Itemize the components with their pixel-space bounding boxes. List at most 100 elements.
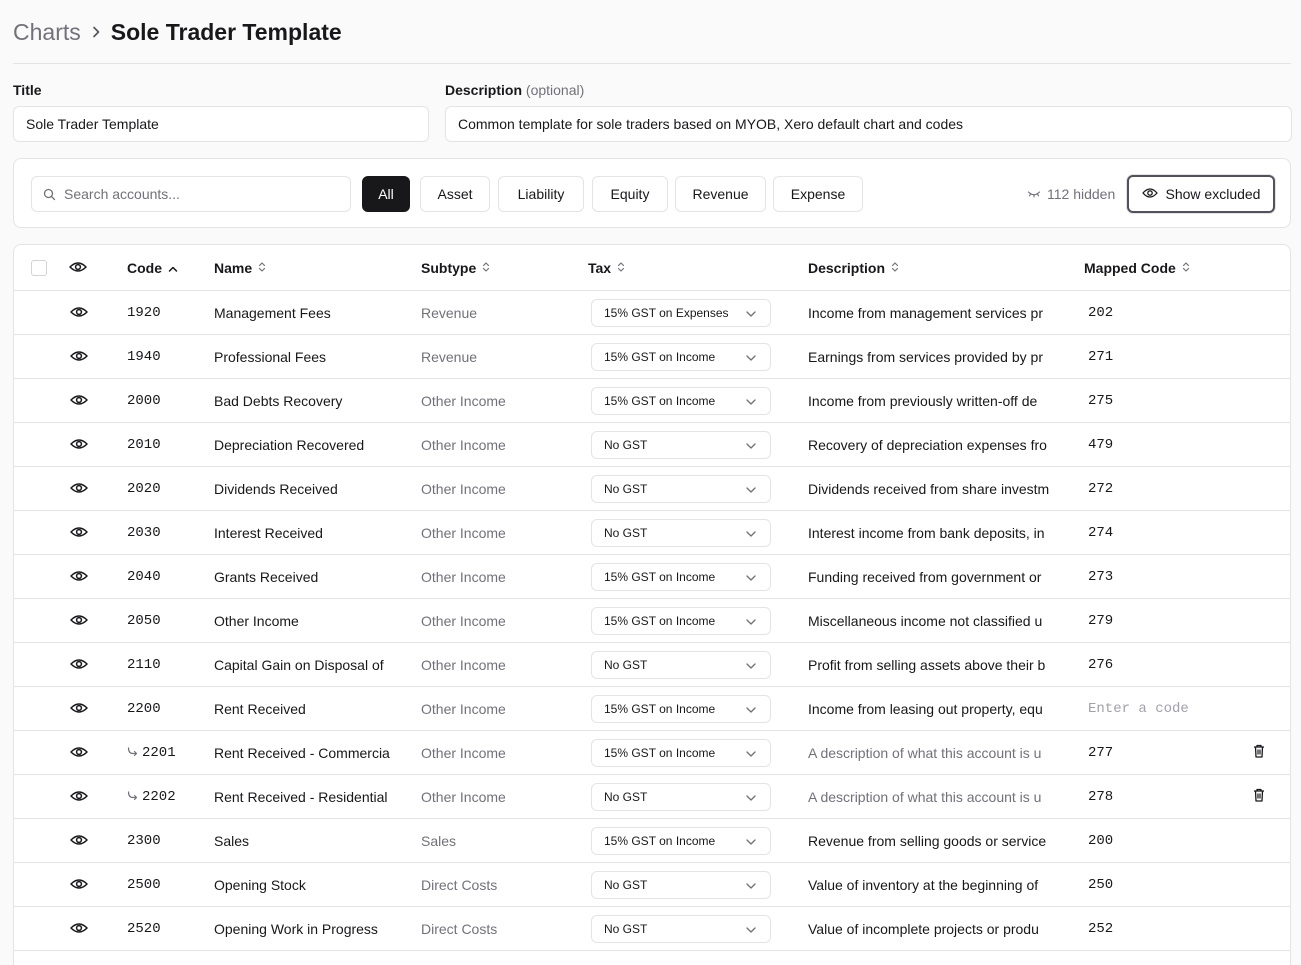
tax-select[interactable]: 15% GST on Income — [591, 606, 771, 635]
account-description[interactable]: A description of what this account is u — [808, 775, 1052, 818]
column-header-subtype[interactable]: Subtype — [421, 245, 490, 291]
mapped-code-input[interactable]: 279 — [1084, 599, 1224, 642]
visibility-toggle[interactable] — [69, 863, 89, 906]
account-name[interactable]: Capital Gain on Disposal of — [214, 643, 390, 686]
tax-select[interactable]: No GST — [591, 430, 771, 459]
table-row[interactable]: 1920 Management Fees Revenue 15% GST on Exp… — [14, 291, 1290, 335]
search-field[interactable] — [31, 176, 351, 212]
filter-asset-button[interactable]: Asset — [420, 176, 490, 212]
account-description[interactable]: Recovery of depreciation expenses fro — [808, 423, 1052, 466]
mapped-code-input[interactable]: 277 — [1084, 731, 1224, 774]
visibility-toggle[interactable] — [69, 819, 89, 862]
account-name[interactable]: Rent Received - Residential — [214, 775, 390, 818]
table-row[interactable]: 2201 Rent Received - Commercia Other Incom… — [14, 731, 1290, 775]
account-name[interactable]: Management Fees — [214, 291, 390, 334]
account-description[interactable]: Income from management services pr — [808, 291, 1052, 334]
tax-select[interactable]: No GST — [591, 518, 771, 547]
tax-select[interactable]: 15% GST on Income — [591, 826, 771, 855]
tax-select[interactable]: No GST — [591, 782, 771, 811]
account-description[interactable]: A description of what this account is u — [808, 731, 1052, 774]
mapped-code-input[interactable]: 202 — [1084, 291, 1224, 334]
account-description[interactable]: Value of incomplete projects or produ — [808, 907, 1052, 950]
account-name[interactable]: Depreciation Recovered — [214, 423, 390, 466]
tax-select[interactable]: 15% GST on Expenses — [591, 298, 771, 327]
visibility-toggle[interactable] — [69, 687, 89, 730]
column-header-code[interactable]: Code — [127, 245, 178, 291]
mapped-code-input[interactable]: 278 — [1084, 775, 1224, 818]
table-row[interactable]: 2300 Sales Sales 15% GST on Income Revenue f… — [14, 819, 1290, 863]
account-name[interactable]: Bad Debts Recovery — [214, 379, 390, 422]
account-description[interactable]: Miscellaneous income not classified u — [808, 599, 1052, 642]
account-name[interactable]: Interest Received — [214, 511, 390, 554]
select-all-checkbox[interactable] — [31, 260, 47, 276]
account-name[interactable]: Rent Received - Commercia — [214, 731, 390, 774]
account-name[interactable]: Opening Work in Progress — [214, 907, 390, 950]
account-name[interactable]: Sales — [214, 819, 390, 862]
table-row[interactable]: 2050 Other Income Other Income 15% GST on I… — [14, 599, 1290, 643]
description-input[interactable] — [445, 106, 1292, 142]
tax-select[interactable]: 15% GST on Income — [591, 738, 771, 767]
visibility-toggle[interactable] — [69, 555, 89, 598]
search-input[interactable] — [64, 177, 344, 211]
tax-select[interactable]: 15% GST on Income — [591, 342, 771, 371]
account-description[interactable]: Funding received from government or — [808, 555, 1052, 598]
table-row[interactable]: 2030 Interest Received Other Income No GST I… — [14, 511, 1290, 555]
filter-all-button[interactable]: All — [362, 176, 410, 212]
account-description[interactable]: Earnings from services provided by pr — [808, 335, 1052, 378]
mapped-code-input[interactable]: 272 — [1084, 467, 1224, 510]
visibility-toggle[interactable] — [69, 467, 89, 510]
visibility-toggle[interactable] — [69, 643, 89, 686]
mapped-code-input[interactable]: 479 — [1084, 423, 1224, 466]
visibility-toggle[interactable] — [69, 335, 89, 378]
account-description[interactable]: Value of inventory at the beginning of — [808, 863, 1052, 906]
account-description[interactable]: Revenue from selling goods or service — [808, 819, 1052, 862]
title-input[interactable] — [13, 106, 429, 142]
table-row[interactable]: 2520 Opening Work in Progress Direct Costs… — [14, 907, 1290, 951]
column-header-mapped-code[interactable]: Mapped Code — [1084, 245, 1190, 291]
mapped-code-input[interactable]: Enter a code — [1084, 687, 1224, 730]
account-description[interactable]: Profit from selling assets above their b — [808, 643, 1052, 686]
filter-equity-button[interactable]: Equity — [592, 176, 668, 212]
account-name[interactable]: Grants Received — [214, 555, 390, 598]
visibility-toggle[interactable] — [69, 775, 89, 818]
delete-row-button[interactable] — [1248, 775, 1270, 818]
account-name[interactable]: Rent Received — [214, 687, 390, 730]
table-row[interactable]: 1940 Professional Fees Revenue 15% GST on I… — [14, 335, 1290, 379]
account-name[interactable]: Other Income — [214, 599, 390, 642]
tax-select[interactable]: 15% GST on Income — [591, 386, 771, 415]
account-description[interactable]: Interest income from bank deposits, in — [808, 511, 1052, 554]
visibility-toggle[interactable] — [69, 291, 89, 334]
table-row[interactable]: 2200 Rent Received Other Income 15% GST on … — [14, 687, 1290, 731]
visibility-toggle[interactable] — [69, 907, 89, 950]
visibility-toggle[interactable] — [69, 731, 89, 774]
table-row[interactable]: 2040 Grants Received Other Income 15% GST o… — [14, 555, 1290, 599]
account-description[interactable]: Income from leasing out property, equ — [808, 687, 1052, 730]
filter-liability-button[interactable]: Liability — [498, 176, 584, 212]
visibility-toggle[interactable] — [69, 599, 89, 642]
breadcrumb-charts-link[interactable]: Charts — [13, 19, 81, 46]
visibility-toggle[interactable] — [69, 379, 89, 422]
tax-select[interactable]: 15% GST on Income — [591, 694, 771, 723]
tax-select[interactable]: No GST — [591, 870, 771, 899]
account-description[interactable]: Dividends received from share investm — [808, 467, 1052, 510]
table-row[interactable]: 2020 Dividends Received Other Income No GST… — [14, 467, 1290, 511]
table-row[interactable]: 2000 Bad Debts Recovery Other Income 15% GS… — [14, 379, 1290, 423]
mapped-code-input[interactable]: 274 — [1084, 511, 1224, 554]
mapped-code-input[interactable]: 276 — [1084, 643, 1224, 686]
table-row[interactable]: 2500 Opening Stock Direct Costs No GST Value… — [14, 863, 1290, 907]
table-row[interactable]: 2010 Depreciation Recovered Other Income No… — [14, 423, 1290, 467]
mapped-code-input[interactable]: 200 — [1084, 819, 1224, 862]
column-header-name[interactable]: Name — [214, 245, 266, 291]
account-name[interactable]: Professional Fees — [214, 335, 390, 378]
mapped-code-input[interactable]: 252 — [1084, 907, 1224, 950]
mapped-code-input[interactable]: 273 — [1084, 555, 1224, 598]
visibility-toggle[interactable] — [69, 423, 89, 466]
mapped-code-input[interactable]: 275 — [1084, 379, 1224, 422]
tax-select[interactable]: No GST — [591, 914, 771, 943]
column-header-description[interactable]: Description — [808, 245, 899, 291]
mapped-code-input[interactable]: 250 — [1084, 863, 1224, 906]
show-excluded-button[interactable]: Show excluded — [1127, 175, 1275, 213]
filter-revenue-button[interactable]: Revenue — [675, 176, 766, 212]
filter-expense-button[interactable]: Expense — [773, 176, 863, 212]
account-description[interactable]: Income from previously written-off de — [808, 379, 1052, 422]
